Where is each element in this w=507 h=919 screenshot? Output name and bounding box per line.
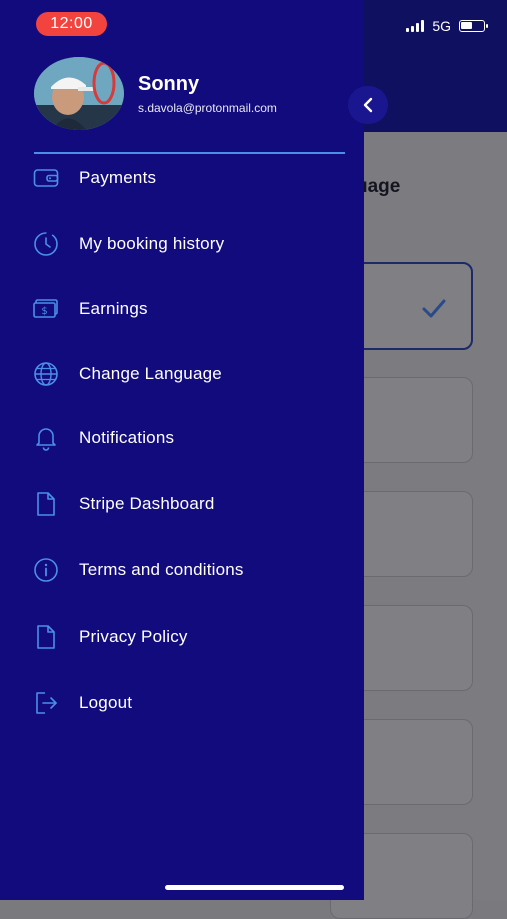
- user-name: Sonny: [138, 73, 200, 95]
- signal-icon: [406, 20, 425, 32]
- menu-item-payments[interactable]: Payments: [32, 163, 352, 193]
- cash-icon: $: [32, 295, 60, 323]
- avatar[interactable]: [34, 57, 124, 130]
- status-time: 12:00: [36, 12, 107, 36]
- menu-item-label: Terms and conditions: [79, 560, 244, 579]
- info-icon: [32, 556, 60, 584]
- menu-item-notifications[interactable]: Notifications: [32, 423, 352, 453]
- menu-item-privacy-policy[interactable]: Privacy Policy: [32, 622, 352, 652]
- clock-icon: [32, 230, 60, 258]
- wallet-icon: [32, 164, 60, 192]
- menu-item-label: Stripe Dashboard: [79, 494, 215, 513]
- menu-item-label: Logout: [79, 693, 133, 712]
- menu-item-stripe-dashboard[interactable]: Stripe Dashboard: [32, 489, 352, 519]
- bell-icon: [32, 424, 60, 452]
- status-indicators: 5G: [406, 18, 488, 34]
- menu-item-change-language[interactable]: Change Language: [32, 359, 352, 389]
- home-indicator[interactable]: [165, 885, 344, 890]
- avatar-photo-icon: [34, 57, 124, 130]
- user-email: s.davola@protonmail.com: [138, 101, 277, 115]
- menu-item-booking-history[interactable]: My booking history: [32, 229, 352, 259]
- chevron-left-icon: [363, 97, 373, 113]
- menu-item-label: My booking history: [79, 234, 225, 253]
- menu-item-terms[interactable]: Terms and conditions: [32, 555, 352, 585]
- menu-item-label: Privacy Policy: [79, 627, 188, 646]
- menu-item-earnings[interactable]: $ Earnings: [32, 294, 352, 324]
- logout-icon: [32, 689, 60, 717]
- menu-item-label: Notifications: [79, 428, 175, 447]
- document-icon: [32, 490, 60, 518]
- menu-item-logout[interactable]: Logout: [32, 688, 352, 718]
- navigation-drawer: Sonny s.davola@protonmail.com Payments M…: [0, 0, 364, 900]
- battery-icon: [459, 20, 488, 32]
- menu-item-label: Change Language: [79, 364, 222, 383]
- network-type: 5G: [432, 18, 451, 34]
- menu-item-label: Earnings: [79, 299, 148, 318]
- menu-item-label: Payments: [79, 168, 157, 187]
- drawer-divider: [34, 152, 345, 154]
- svg-text:$: $: [41, 306, 47, 317]
- document-icon: [32, 623, 60, 651]
- close-drawer-button[interactable]: [348, 86, 388, 124]
- globe-icon: [32, 360, 60, 388]
- checkmark-icon: [422, 299, 446, 318]
